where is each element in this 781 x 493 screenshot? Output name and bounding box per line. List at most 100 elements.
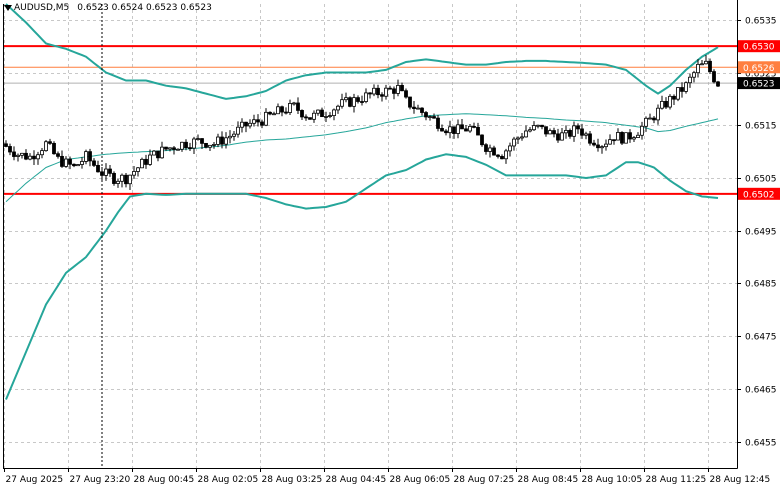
- candle-body-bull: [132, 171, 136, 176]
- candle: [404, 88, 408, 99]
- candlestick-chart[interactable]: 0.65350.65250.65150.65050.64950.64850.64…: [0, 0, 781, 489]
- x-tick-label: 28 Aug 00:45: [134, 475, 195, 485]
- candle-body-bull: [692, 72, 696, 78]
- x-tick-label: 28 Aug 12:45: [710, 475, 771, 485]
- axes: 0.65350.65250.65150.65050.64950.64850.64…: [3, 0, 777, 485]
- candle: [592, 139, 596, 147]
- candle-body-bear: [712, 71, 716, 83]
- candle: [544, 126, 548, 137]
- candle-body-bull: [516, 137, 520, 140]
- x-tick-label: 28 Aug 06:05: [390, 475, 451, 485]
- candle-body-bull: [80, 161, 84, 165]
- candle-body-bull: [324, 116, 328, 118]
- candle-body-bull: [508, 145, 512, 152]
- candle: [632, 135, 636, 142]
- candle: [108, 165, 112, 177]
- candle-body-bull: [116, 180, 120, 184]
- candle-body-bear: [380, 94, 384, 97]
- candle: [688, 73, 692, 88]
- candle-body-bull: [648, 117, 652, 120]
- candle: [292, 101, 296, 106]
- candle-body-bull: [584, 133, 588, 136]
- candle-body-bull: [196, 138, 200, 140]
- candle-body-bear: [24, 152, 28, 160]
- candle: [312, 110, 316, 123]
- candle: [16, 153, 20, 162]
- y-tick-label: 0.6535: [745, 17, 777, 27]
- candle: [20, 152, 24, 159]
- candle: [680, 82, 684, 98]
- chart-window[interactable]: 0.6535 0.6525 0.6515 0.6505 0.6495 0.6485 0.64…: [0, 0, 781, 489]
- candle-body-bull: [512, 138, 516, 147]
- candle: [460, 119, 464, 130]
- candle: [116, 178, 120, 188]
- candle: [532, 121, 536, 131]
- grid: [3, 4, 737, 468]
- candle-body-bull: [608, 139, 612, 145]
- candle-body-bear: [188, 147, 192, 150]
- candle-body-bull: [384, 87, 388, 97]
- candle-body-bull: [704, 60, 708, 65]
- candle-body-bull: [644, 117, 648, 127]
- candle-body-bull: [696, 63, 700, 74]
- candle: [348, 96, 352, 108]
- candle: [232, 131, 236, 141]
- candle-body-bull: [328, 115, 332, 117]
- candle-body-bear: [144, 158, 148, 165]
- symbol-timeframe: AUDUSD,M5: [14, 3, 70, 13]
- candle: [72, 163, 76, 168]
- candle-body-bear: [184, 141, 188, 149]
- candle: [276, 103, 280, 115]
- candle: [408, 96, 412, 110]
- candle-body-bear: [556, 133, 560, 141]
- candle: [444, 129, 448, 136]
- candle: [496, 154, 500, 159]
- candle: [584, 131, 588, 140]
- candle: [300, 109, 304, 120]
- candle-body-bull: [316, 109, 320, 114]
- candle: [268, 111, 272, 116]
- candle-body-bull: [152, 150, 156, 156]
- candle: [228, 130, 232, 144]
- candle: [504, 148, 508, 164]
- candle-body-bull: [176, 148, 180, 151]
- candle-body-bull: [148, 154, 152, 165]
- candle: [664, 97, 668, 109]
- x-tick-label: 28 Aug 10:05: [582, 475, 643, 485]
- candle: [612, 139, 616, 145]
- candle-body-bull: [548, 130, 552, 135]
- x-tick-label: 28 Aug 11:25: [646, 475, 707, 485]
- candle: [280, 105, 284, 117]
- candle-body-bear: [360, 101, 364, 103]
- candle: [124, 172, 128, 188]
- candle: [672, 94, 676, 106]
- candle-body-bull: [180, 141, 184, 150]
- candle-body-bear: [260, 121, 264, 126]
- candle: [636, 132, 640, 138]
- candle-body-bull: [232, 133, 236, 137]
- candle-body-bull: [448, 126, 452, 134]
- candle-body-bear: [124, 174, 128, 185]
- candle: [156, 150, 160, 162]
- candle-body-bear: [404, 90, 408, 98]
- candle: [208, 144, 212, 152]
- y-tick-label: 0.6455: [745, 439, 777, 449]
- candle: [216, 133, 220, 148]
- candle: [36, 151, 40, 165]
- candle: [456, 119, 460, 139]
- candle: [540, 124, 544, 130]
- candle: [80, 157, 84, 169]
- candle: [604, 139, 608, 151]
- candle-body-bear: [308, 117, 312, 120]
- level-tag-resistance-label: 0.6530: [743, 43, 775, 53]
- candle-body-bull: [272, 113, 276, 116]
- candle-body-bear: [12, 151, 16, 157]
- candle: [188, 142, 192, 151]
- triangle-down-icon[interactable]: [4, 4, 12, 11]
- candle-body-bull: [640, 125, 644, 136]
- candle-body-bull: [212, 144, 216, 146]
- candle-body-bull: [428, 116, 432, 118]
- candle-body-bull: [688, 76, 692, 84]
- candle-body-bull: [20, 152, 24, 156]
- candle: [436, 115, 440, 132]
